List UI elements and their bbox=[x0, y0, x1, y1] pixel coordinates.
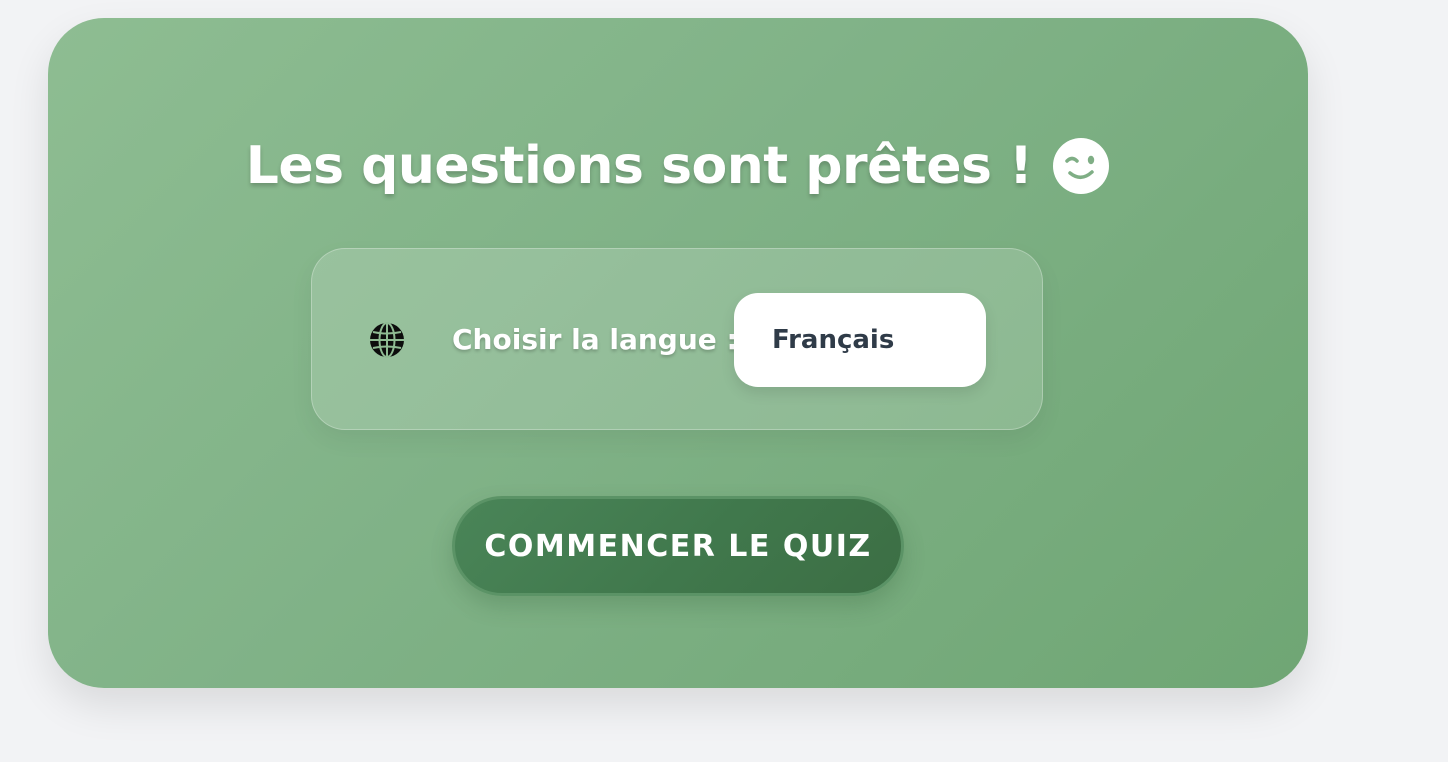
start-quiz-button[interactable]: COMMENCER LE QUIZ bbox=[452, 496, 904, 596]
language-label: Choisir la langue : bbox=[452, 323, 738, 356]
globe-icon bbox=[368, 321, 406, 359]
quiz-ready-card: Les questions sont prêtes ! Choisir la l… bbox=[48, 18, 1308, 688]
title-row: Les questions sont prêtes ! bbox=[48, 114, 1308, 218]
winking-face-icon bbox=[1052, 137, 1110, 195]
language-select[interactable]: Français bbox=[734, 293, 986, 387]
page-title: Les questions sont prêtes ! bbox=[245, 136, 1033, 196]
language-panel: Choisir la langue : Français bbox=[311, 248, 1043, 430]
